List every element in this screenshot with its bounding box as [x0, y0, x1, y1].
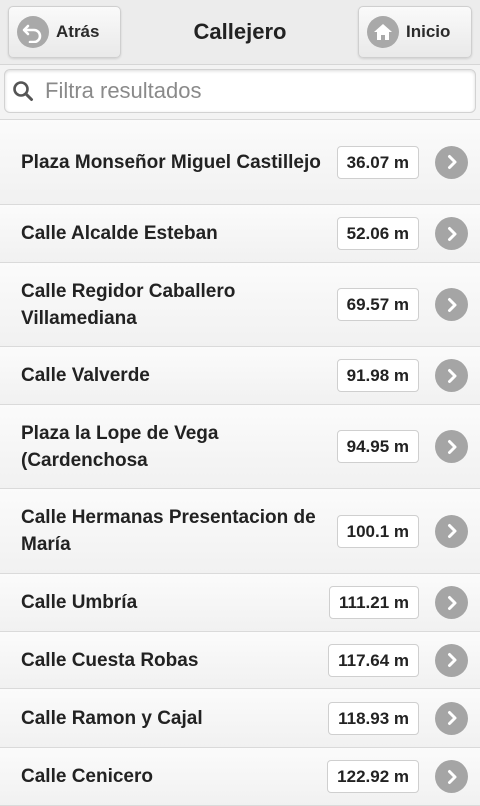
chevron-right-icon[interactable]: [435, 586, 468, 619]
chevron-right-icon[interactable]: [435, 288, 468, 321]
list-item[interactable]: Calle Ramon y Cajal 118.93 m: [0, 689, 480, 748]
distance-badge: 36.07 m: [336, 145, 419, 179]
street-name: Calle Alcalde Esteban: [21, 223, 218, 244]
back-arrow-icon: [17, 16, 49, 48]
list-item[interactable]: Calle Cenicero 122.92 m: [0, 748, 480, 806]
list-item[interactable]: Plaza Monseñor Miguel Castillejo 36.07 m: [0, 120, 480, 205]
search-box[interactable]: [4, 69, 476, 113]
distance-badge: 111.21 m: [329, 586, 419, 619]
back-button-label: Atrás: [56, 22, 100, 41]
list-item[interactable]: Calle Umbría 111.21 m: [0, 574, 480, 632]
street-name: Calle Cenicero: [21, 766, 153, 787]
street-name: Plaza Monseñor Miguel Castillejo: [21, 151, 321, 173]
chevron-right-icon[interactable]: [435, 145, 468, 179]
chevron-right-icon[interactable]: [435, 217, 468, 250]
street-name: Calle Umbría: [21, 592, 138, 613]
street-list: Plaza Monseñor Miguel Castillejo 36.07 m C…: [0, 119, 480, 806]
back-button[interactable]: Atrás: [8, 6, 121, 58]
street-name: Calle Ramon y Cajal: [21, 707, 203, 729]
street-name: Plaza la Lope de Vega (Cardenchosa: [21, 422, 219, 471]
distance-badge: 122.92 m: [327, 760, 419, 793]
list-item[interactable]: Plaza la Lope de Vega (Cardenchosa 94.95 …: [0, 405, 480, 489]
chevron-right-icon[interactable]: [435, 514, 468, 548]
search-input[interactable]: [43, 77, 475, 105]
street-name: Calle Valverde: [21, 365, 150, 386]
search-icon: [11, 79, 35, 103]
distance-badge: 91.98 m: [336, 359, 419, 392]
home-button[interactable]: Inicio: [358, 6, 472, 58]
home-button-label: Inicio: [406, 22, 451, 41]
chevron-right-icon[interactable]: [435, 760, 468, 793]
distance-badge: 69.57 m: [336, 288, 419, 321]
distance-badge: 117.64 m: [328, 643, 419, 677]
distance-badge: 94.95 m: [336, 430, 419, 463]
distance-badge: 118.93 m: [328, 701, 419, 735]
street-name: Calle Cuesta Robas: [21, 649, 199, 671]
street-name: Calle Hermanas Presentacion de María: [21, 507, 316, 555]
distance-badge: 52.06 m: [336, 217, 419, 250]
chevron-right-icon[interactable]: [435, 359, 468, 392]
chevron-right-icon[interactable]: [435, 643, 468, 677]
distance-badge: 100.1 m: [336, 514, 419, 548]
street-name: Calle Regidor Caballero Villamediana: [21, 280, 236, 329]
list-item[interactable]: Calle Cuesta Robas 117.64 m: [0, 632, 480, 689]
search-bar: [0, 65, 480, 119]
list-item[interactable]: Calle Hermanas Presentacion de María 100.…: [0, 489, 480, 574]
chevron-right-icon[interactable]: [435, 701, 468, 735]
home-icon: [367, 16, 399, 48]
top-bar: Atrás Callejero Inicio: [0, 0, 480, 65]
list-item[interactable]: Calle Regidor Caballero Villamediana 69.5…: [0, 263, 480, 347]
chevron-right-icon[interactable]: [435, 430, 468, 463]
list-item[interactable]: Calle Valverde 91.98 m: [0, 347, 480, 405]
list-item[interactable]: Calle Alcalde Esteban 52.06 m: [0, 205, 480, 263]
